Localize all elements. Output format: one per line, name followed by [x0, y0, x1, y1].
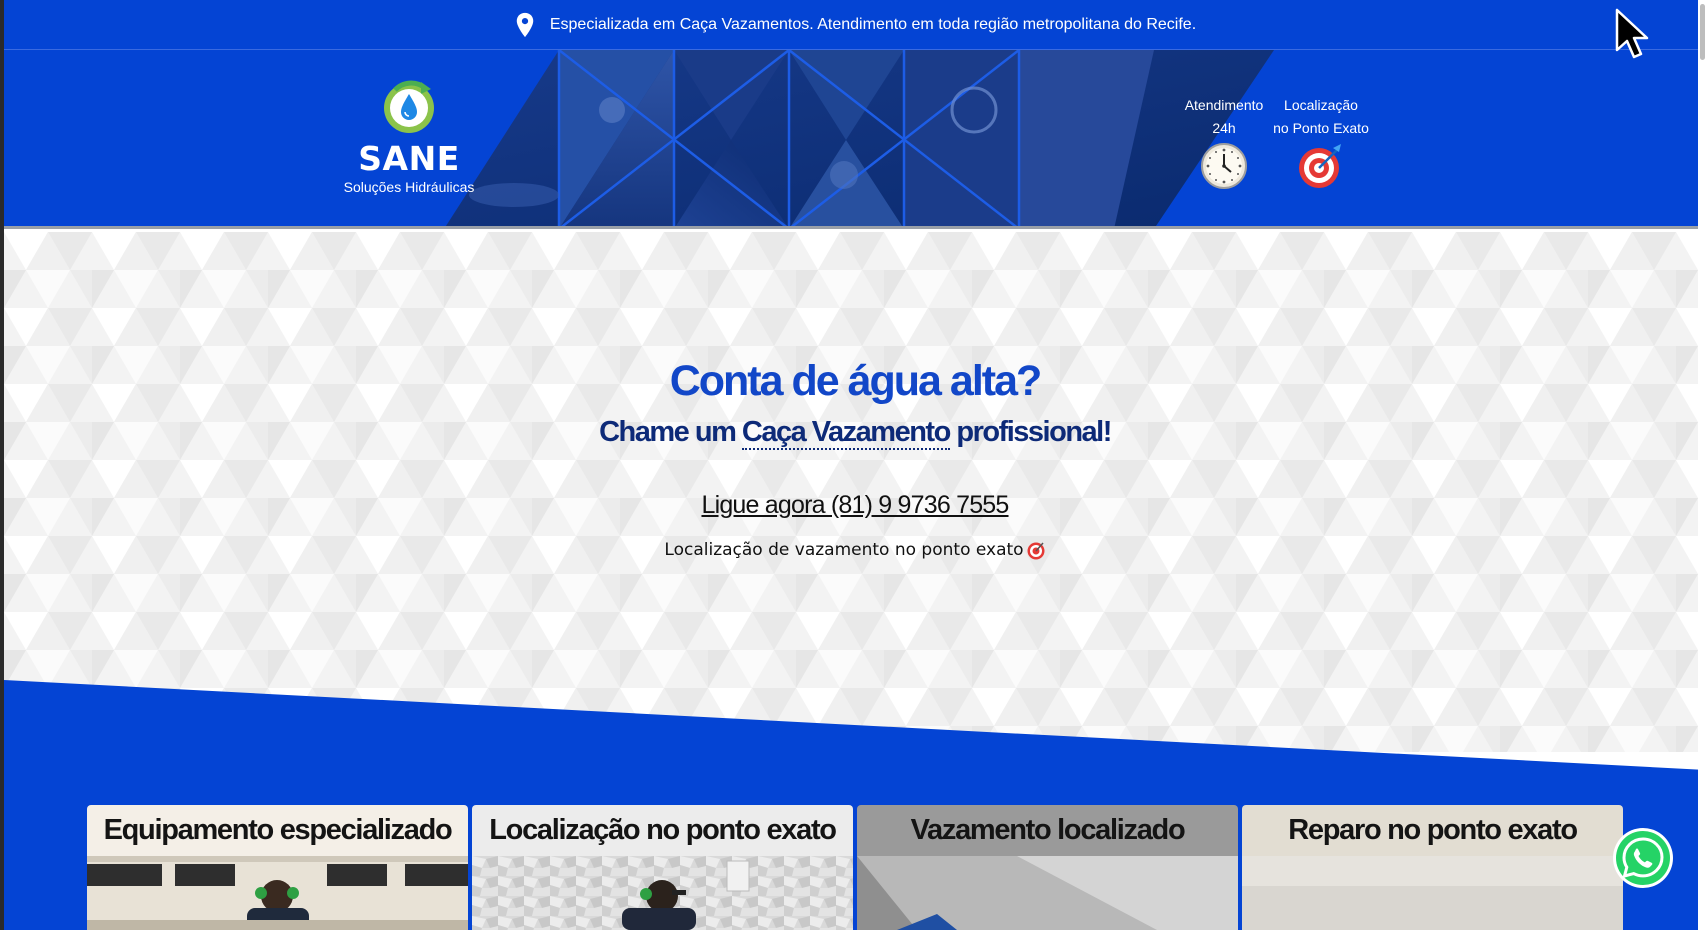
hero-note-text: Localização de vazamento no ponto exato	[664, 540, 1024, 560]
target-emoji-icon	[1027, 542, 1045, 560]
feature-location-line2: no Ponto Exato	[1273, 120, 1369, 136]
scrollbar[interactable]	[1698, 0, 1706, 930]
top-info-bar: Especializada em Caça Vazamentos. Atendi…	[4, 0, 1706, 50]
hero-subtitle-link[interactable]: Caça Vazamento	[741, 416, 951, 450]
site-logo[interactable]: SANE Soluções Hidráulicas	[334, 78, 484, 195]
feature-location-line1: Localização	[1284, 97, 1358, 113]
logo-title: SANE	[358, 139, 460, 178]
card-equipment[interactable]: Equipamento especializado	[87, 805, 468, 930]
service-cards: Equipamento especializado Localização no…	[87, 805, 1627, 930]
clock-icon	[1201, 143, 1247, 189]
hero-content: Conta de água alta? Chame um Caça Vazame…	[4, 357, 1706, 560]
hero-subtitle-post: profissional!	[949, 416, 1112, 448]
whatsapp-button[interactable]	[1611, 826, 1675, 890]
card-exact-location-title: Localização no ponto exato	[472, 805, 853, 856]
hero-title: Conta de água alta?	[669, 357, 1043, 405]
top-info-text: Especializada em Caça Vazamentos. Atendi…	[549, 15, 1197, 33]
target-icon	[1299, 144, 1341, 188]
water-drop-recycle-icon	[384, 80, 434, 133]
page: Especializada em Caça Vazamentos. Atendi…	[4, 0, 1706, 930]
feature-exact-location: Localização no Ponto Exato	[1266, 94, 1376, 197]
feature-24h-line1: Atendimento	[1184, 97, 1264, 113]
mouse-cursor-icon	[1615, 8, 1649, 59]
logo-subtitle: Soluções Hidráulicas	[343, 179, 475, 195]
card-leak-located-photo	[857, 856, 1238, 930]
hero-subtitle-pre: Chame um	[599, 416, 742, 448]
site-header: SANE Soluções Hidráulicas Atendimento 24…	[4, 50, 1706, 229]
card-leak-located[interactable]: Vazamento localizado	[857, 805, 1238, 930]
card-exact-location[interactable]: Localização no ponto exato	[472, 805, 853, 930]
card-leak-located-title: Vazamento localizado	[857, 805, 1238, 856]
map-pin-icon	[516, 12, 534, 37]
feature-24h-line2: 24h	[1212, 120, 1236, 136]
hero-note: Localização de vazamento no ponto exato	[4, 540, 1706, 560]
call-now-link[interactable]: Ligue agora (81) 9 9736 7555	[701, 491, 1009, 520]
card-repair[interactable]: Reparo no ponto exato	[1242, 805, 1623, 930]
feature-24h: Atendimento 24h	[1174, 94, 1274, 197]
card-equipment-title: Equipamento especializado	[87, 805, 468, 856]
card-repair-title: Reparo no ponto exato	[1242, 805, 1623, 856]
card-equipment-photo	[87, 856, 468, 930]
card-repair-photo	[1242, 856, 1623, 930]
header-photo-collage	[445, 50, 1274, 226]
card-exact-location-photo	[472, 856, 853, 930]
scrollbar-thumb[interactable]	[1700, 4, 1705, 60]
hero-subtitle: Chame um Caça Vazamento profissional!	[4, 416, 1706, 450]
